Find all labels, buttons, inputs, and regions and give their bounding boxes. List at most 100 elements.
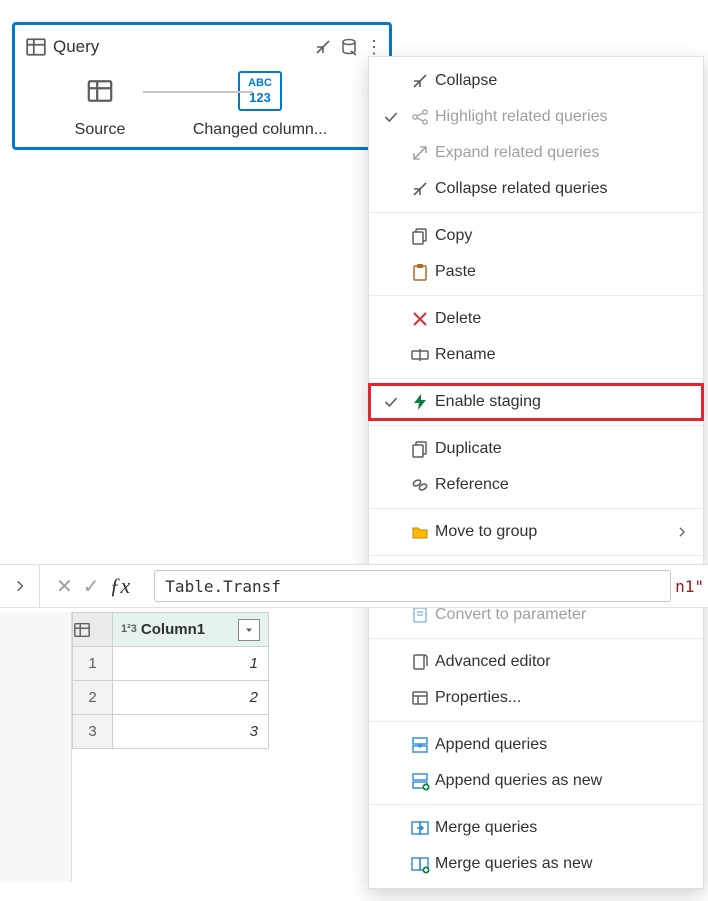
fx-icon[interactable]: ƒx — [110, 573, 139, 599]
menu-item-paste[interactable]: Paste — [369, 254, 703, 290]
expand-icon — [405, 143, 435, 163]
abc-text: ABC — [248, 77, 272, 90]
rename-icon — [405, 345, 435, 365]
staging-icon — [405, 392, 435, 412]
menu-separator — [369, 721, 703, 722]
step-source[interactable]: Source — [25, 71, 175, 139]
menu-separator — [369, 378, 703, 379]
menu-item-collapse-related-queries[interactable]: Collapse related queries — [369, 171, 703, 207]
menu-item-label: Enable staging — [435, 393, 673, 411]
menu-item-label: Collapse related queries — [435, 180, 673, 198]
formula-input[interactable] — [154, 570, 671, 602]
cell-value[interactable]: 2 — [113, 681, 269, 715]
column-filter-button[interactable] — [238, 619, 260, 641]
folder-icon — [405, 522, 435, 542]
menu-item-append-queries-as-new[interactable]: Append queries as new — [369, 763, 703, 799]
menu-separator — [369, 425, 703, 426]
menu-item-enable-staging[interactable]: Enable staging — [369, 384, 703, 420]
table-row[interactable]: 22 — [73, 681, 269, 715]
step-label: Changed column... — [193, 121, 327, 139]
menu-item-move-to-group[interactable]: Move to group — [369, 514, 703, 550]
menu-item-label: Merge queries as new — [435, 855, 673, 873]
data-grid: 1²3 Column1 112233 — [72, 612, 269, 749]
row-index[interactable]: 3 — [73, 715, 113, 749]
menu-separator — [369, 804, 703, 805]
menu-item-properties[interactable]: Properties... — [369, 680, 703, 716]
table-icon — [78, 71, 122, 111]
menu-item-label: Move to group — [435, 523, 673, 541]
menu-item-label: Properties... — [435, 689, 673, 707]
formula-bar-buttons: ✕ ✓ ƒx — [40, 573, 154, 599]
menu-item-delete[interactable]: Delete — [369, 301, 703, 337]
delete-icon — [405, 309, 435, 329]
chevron-right-icon — [673, 525, 691, 539]
menu-item-copy[interactable]: Copy — [369, 218, 703, 254]
step-connector — [143, 91, 253, 93]
grid-gutter — [0, 612, 72, 882]
menu-item-merge-queries-as-new[interactable]: Merge queries as new — [369, 846, 703, 882]
menu-separator — [369, 508, 703, 509]
append-new-icon — [405, 771, 435, 791]
menu-item-collapse[interactable]: Collapse — [369, 63, 703, 99]
menu-item-rename[interactable]: Rename — [369, 337, 703, 373]
menu-item-label: Paste — [435, 263, 673, 281]
menu-item-label: Copy — [435, 227, 673, 245]
menu-item-label: Highlight related queries — [435, 108, 673, 126]
editor-icon — [405, 652, 435, 672]
row-index[interactable]: 2 — [73, 681, 113, 715]
menu-item-reference[interactable]: Reference — [369, 467, 703, 503]
row-index[interactable]: 1 — [73, 647, 113, 681]
formula-tail-fragment: n1" — [671, 577, 708, 596]
highlight-icon — [405, 107, 435, 127]
menu-item-highlight-related-queries: Highlight related queries — [369, 99, 703, 135]
menu-separator — [369, 555, 703, 556]
commit-formula-icon[interactable]: ✓ — [83, 574, 100, 599]
query-title: Query — [53, 37, 307, 57]
more-options-icon[interactable]: ⋮ — [365, 37, 379, 57]
menu-item-label: Reference — [435, 476, 673, 494]
cell-value[interactable]: 1 — [113, 647, 269, 681]
cell-value[interactable]: 3 — [113, 715, 269, 749]
menu-item-expand-related-queries: Expand related queries — [369, 135, 703, 171]
context-menu: Collapse Highlight related queries Expand … — [368, 56, 704, 889]
menu-item-advanced-editor[interactable]: Advanced editor — [369, 644, 703, 680]
query-card[interactable]: Query ⋮ Source ABC 123 Changed column...… — [12, 22, 392, 150]
reference-icon — [405, 475, 435, 495]
menu-item-label: Append queries as new — [435, 772, 673, 790]
collapse-icon — [405, 179, 435, 199]
menu-item-label: Append queries — [435, 736, 673, 754]
select-all-corner[interactable] — [73, 613, 113, 647]
expand-panel-button[interactable] — [0, 565, 40, 607]
cancel-formula-icon[interactable]: ✕ — [56, 574, 73, 599]
database-icon[interactable] — [339, 37, 359, 57]
menu-item-label: Merge queries — [435, 819, 673, 837]
table-row[interactable]: 11 — [73, 647, 269, 681]
paste-icon — [405, 262, 435, 282]
query-steps: Source ABC 123 Changed column... + — [25, 71, 379, 139]
menu-item-label: Delete — [435, 310, 673, 328]
parameter-icon — [405, 605, 435, 625]
menu-item-label: Collapse — [435, 72, 673, 90]
check-icon — [377, 394, 405, 410]
merge-icon — [405, 818, 435, 838]
menu-item-label: Expand related queries — [435, 144, 673, 162]
properties-icon — [405, 688, 435, 708]
menu-item-label: Duplicate — [435, 440, 673, 458]
step-changed-column[interactable]: ABC 123 Changed column... — [185, 71, 335, 139]
menu-item-append-queries[interactable]: Append queries — [369, 727, 703, 763]
column-header[interactable]: 1²3 Column1 — [113, 613, 269, 647]
check-icon — [377, 109, 405, 125]
menu-item-label: Convert to parameter — [435, 606, 673, 624]
menu-item-label: Rename — [435, 346, 673, 364]
menu-item-merge-queries[interactable]: Merge queries — [369, 810, 703, 846]
menu-separator — [369, 638, 703, 639]
append-icon — [405, 735, 435, 755]
collapse-card-icon[interactable] — [313, 37, 333, 57]
table-row[interactable]: 33 — [73, 715, 269, 749]
menu-separator — [369, 212, 703, 213]
table-icon — [25, 36, 47, 58]
menu-item-duplicate[interactable]: Duplicate — [369, 431, 703, 467]
column-name: Column1 — [141, 621, 205, 638]
formula-bar: ✕ ✓ ƒx n1" — [0, 564, 708, 608]
merge-new-icon — [405, 854, 435, 874]
